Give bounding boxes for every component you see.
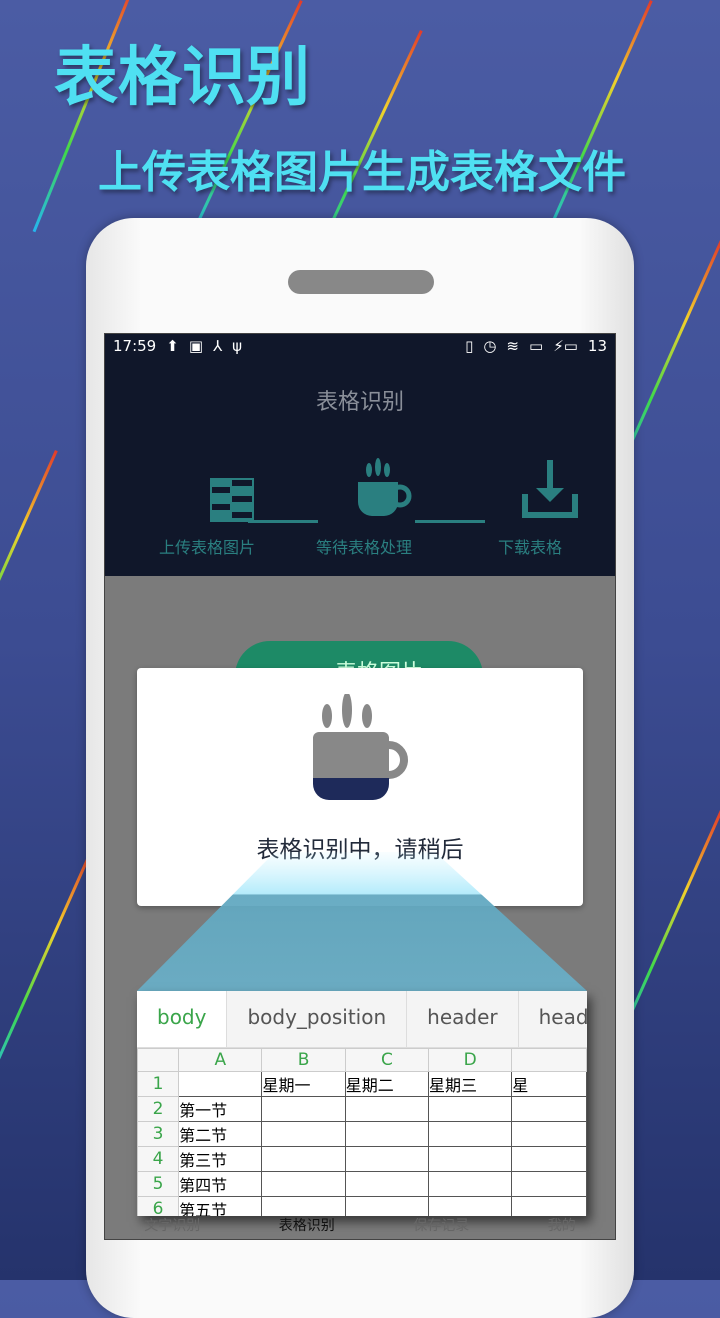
step-label: 等待表格处理 <box>315 538 412 557</box>
table-cell[interactable] <box>511 1146 587 1172</box>
row-header[interactable]: 3 <box>137 1121 180 1147</box>
table-cell[interactable] <box>178 1071 263 1097</box>
table-cell[interactable] <box>261 1096 346 1122</box>
battery-level: 13 <box>587 337 607 355</box>
decor-streak <box>0 850 93 1089</box>
table-cell[interactable] <box>511 1121 587 1147</box>
table-cell[interactable] <box>344 1146 430 1172</box>
processing-dialog: 表格识别中，请稍后 <box>137 668 583 906</box>
table-cell[interactable] <box>261 1146 346 1172</box>
row-header[interactable]: 4 <box>137 1146 180 1172</box>
bottom-nav: 文字识别 表格识别 保存记录 我的 <box>105 1199 615 1239</box>
table-cell[interactable] <box>261 1121 346 1147</box>
decor-streak <box>0 450 58 689</box>
table-cell[interactable] <box>428 1096 513 1122</box>
column-header[interactable] <box>511 1048 587 1072</box>
table-cell[interactable] <box>344 1121 430 1147</box>
column-header[interactable]: A <box>178 1048 263 1072</box>
nav-item[interactable]: 文字识别 <box>144 1215 200 1235</box>
step-label: 上传表格图片 <box>158 538 255 557</box>
column-header-row: ABCD <box>137 1048 587 1072</box>
nav-item[interactable]: 表格识别 <box>279 1215 335 1235</box>
table-row: 2 第一节 <box>137 1096 587 1122</box>
nav-item[interactable]: 保存记录 <box>413 1215 469 1235</box>
step-label: 下载表格 <box>497 538 562 557</box>
sheet-tab[interactable]: body <box>137 991 228 1047</box>
notification-icon: ▣ <box>188 337 203 355</box>
sheet-tab[interactable]: header <box>407 991 519 1047</box>
status-bar: 17:59 ⬆ ▣ ⅄ ψ ▯ ◷ ≋ ▭ ⚡▭ 13 <box>105 334 615 358</box>
table-cell[interactable]: 星期三 <box>428 1071 513 1097</box>
nav-item[interactable]: 我的 <box>548 1215 576 1235</box>
table-cell[interactable] <box>344 1171 430 1197</box>
row-header[interactable]: 5 <box>137 1171 180 1197</box>
decor-streak <box>544 0 653 239</box>
column-header[interactable]: C <box>344 1048 430 1072</box>
table-row: 3 第二节 <box>137 1121 587 1147</box>
column-header[interactable] <box>137 1048 180 1072</box>
table-row: 1 星期一 星期二 星期三星 <box>137 1071 587 1097</box>
column-header[interactable]: B <box>261 1048 346 1072</box>
share-icon: ⅄ <box>213 337 223 355</box>
table-cell[interactable] <box>428 1146 513 1172</box>
row-header[interactable]: 2 <box>137 1096 180 1122</box>
alarm-icon: ◷ <box>483 337 497 355</box>
table-cell[interactable] <box>428 1171 513 1197</box>
column-header[interactable]: D <box>428 1048 513 1072</box>
table-cell[interactable]: 星期一 <box>261 1071 346 1097</box>
table-cell[interactable]: 第三节 <box>178 1146 263 1172</box>
wifi-icon: ≋ <box>506 337 519 355</box>
sheet-tabs: bodybody_positionheaderheader <box>137 991 587 1048</box>
row-header[interactable]: 1 <box>137 1071 180 1097</box>
table-cell[interactable]: 第一节 <box>178 1096 263 1122</box>
download-icon <box>460 460 600 524</box>
usb-icon: ψ <box>232 337 243 355</box>
dialog-message: 表格识别中，请稍后 <box>256 837 464 863</box>
promo-title: 表格识别 <box>54 41 310 115</box>
coffee-cup-icon <box>313 694 408 800</box>
table-cell[interactable] <box>344 1096 430 1122</box>
table-cell[interactable]: 第二节 <box>178 1121 263 1147</box>
table-cell[interactable] <box>261 1171 346 1197</box>
table-icon <box>138 478 278 526</box>
phone-speaker <box>288 270 434 294</box>
app-header: 表格识别 上传表格图片 等待表格处理 下载表格 <box>105 358 615 576</box>
vibrate-icon: ▯ <box>465 337 474 355</box>
status-time: 17:59 <box>113 337 157 355</box>
table-cell[interactable] <box>511 1171 587 1197</box>
table-cell[interactable]: 星期二 <box>344 1071 430 1097</box>
table-cell[interactable] <box>428 1121 513 1147</box>
table-cell[interactable]: 星 <box>511 1071 587 1097</box>
page-title: 表格识别 <box>315 390 404 415</box>
table-row: 5 第四节 <box>137 1171 587 1197</box>
table-cell[interactable]: 第四节 <box>178 1171 263 1197</box>
coffee-cup-icon <box>295 458 435 524</box>
table-row: 4 第三节 <box>137 1146 587 1172</box>
sheet-tab[interactable]: header <box>519 991 587 1047</box>
sheet-tab[interactable]: body_position <box>227 991 408 1047</box>
app-screen: 17:59 ⬆ ▣ ⅄ ψ ▯ ◷ ≋ ▭ ⚡▭ 13 表格识别 上传表格图片 … <box>104 333 616 1240</box>
spreadsheet-preview: bodybody_positionheaderheader ABCD1星期一星期… <box>137 991 587 1216</box>
promo-subtitle: 上传表格图片生成表格文件 <box>98 147 626 198</box>
battery-icon: ⚡▭ <box>553 337 578 355</box>
table-cell[interactable] <box>511 1096 587 1122</box>
upload-icon: ⬆ <box>166 337 179 355</box>
sheet-grid: A B C D 1 星期一 星期二 星期三星 2 第一节 3 第二节 4 第三节 5 第四节 6 第五节 <box>137 1048 587 1216</box>
sim-icon: ▭ <box>529 337 544 355</box>
